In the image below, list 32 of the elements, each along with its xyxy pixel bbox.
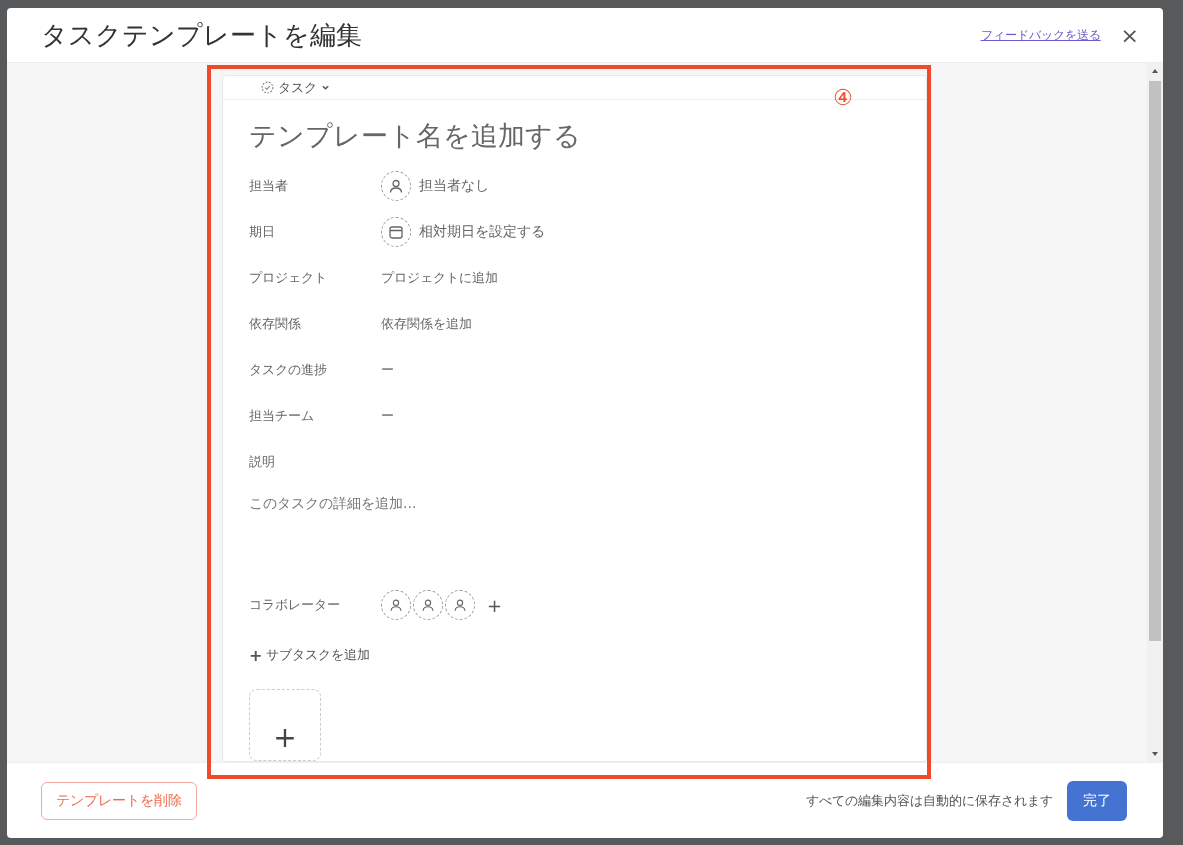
field-label: 依存関係 [249,315,302,333]
field-label: プロジェクト [249,269,328,287]
field-value[interactable]: 依存関係を追加 [381,315,472,333]
field-label: 期日 [249,223,276,241]
field-label: 説明 [249,453,276,471]
person-icon [421,598,435,612]
autosave-note: すべての編集内容は自動的に保存されます [806,791,1053,810]
field-value[interactable]: 担当者なし [381,171,489,201]
annotation-number: ④ [833,85,853,110]
done-button[interactable]: 完了 [1067,780,1127,821]
field-value[interactable]: 相対期日を設定する [381,217,545,247]
scrollbar[interactable] [1147,63,1163,762]
field-value[interactable]: ー [381,361,394,379]
field-value[interactable]: ー [381,407,394,425]
close-button[interactable]: × [1116,22,1143,48]
field-label: タスクの進捗 [249,361,328,379]
dialog-title: タスクテンプレートを編集 [41,18,363,52]
field-label: 担当チーム [249,407,315,425]
add-attachment-button[interactable]: + [249,689,321,761]
add-collaborator-button[interactable]: + [487,594,503,616]
field-label: コラボレーター [249,596,341,614]
person-icon [389,598,403,612]
task-type-dropdown[interactable]: タスク [259,76,332,99]
field-value[interactable]: プロジェクトに追加 [381,269,498,287]
person-icon [453,598,467,612]
check-circle-icon [261,81,274,94]
field-label: 担当者 [249,177,289,195]
calendar-icon [388,224,404,240]
chevron-icon [321,83,330,92]
feedback-link[interactable]: フィードバックを送る [980,26,1101,44]
add-subtask-button[interactable]: + サブタスクを追加 [249,635,900,675]
person-icon [388,178,404,194]
